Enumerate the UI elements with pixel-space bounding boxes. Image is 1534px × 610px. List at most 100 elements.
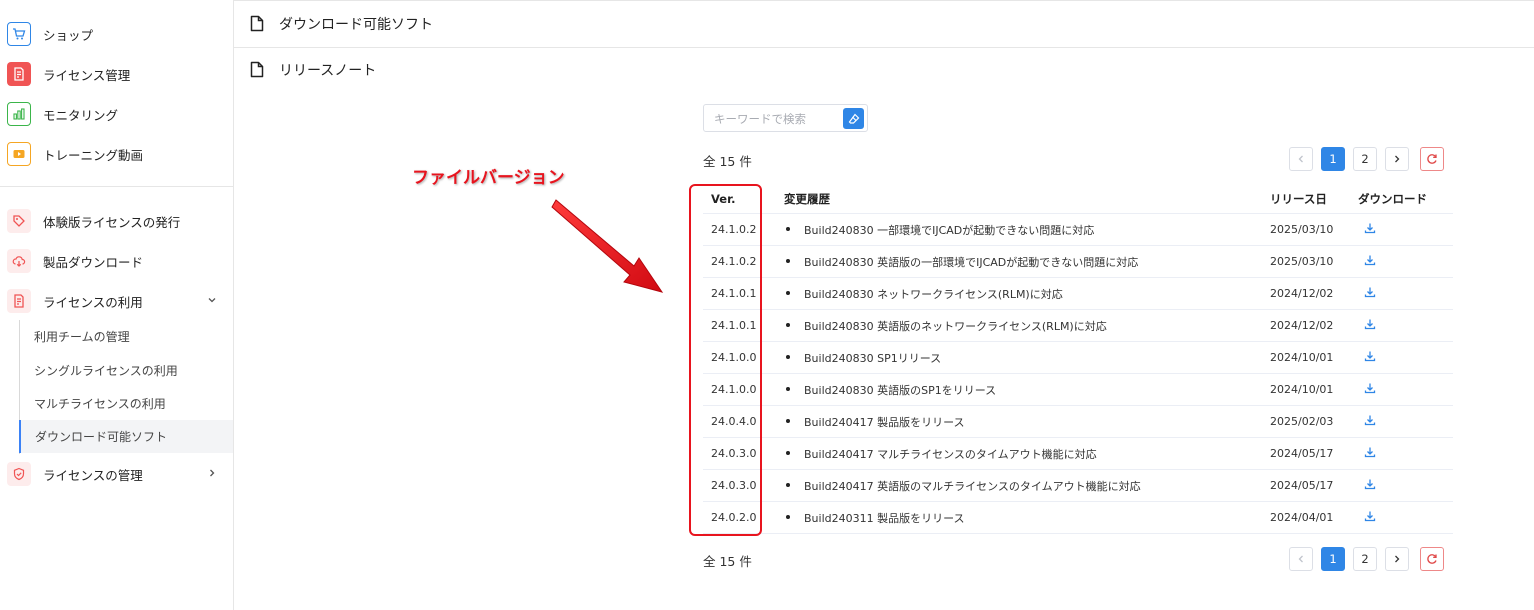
release-notes-table: Ver. 変更履歴 リリース日 ダウンロード 24.1.0.2 Build2408… bbox=[703, 185, 1453, 534]
version-cell: 24.0.4.0 bbox=[703, 405, 784, 438]
history-cell: Build240830 SP1リリース bbox=[784, 341, 1270, 374]
bullet-icon bbox=[786, 354, 790, 359]
sidebar: ショップ ライセンス管理 モニタリング トレーニング動画 体験版ライセンスの発行… bbox=[0, 0, 234, 610]
sidebar-item-label: モニタリング bbox=[43, 107, 119, 123]
sidebar-subitem-label: ダウンロード可能ソフト bbox=[35, 430, 168, 444]
chevron-left-icon bbox=[1298, 155, 1303, 163]
download-icon[interactable] bbox=[1364, 254, 1376, 269]
page-button-2[interactable]: 2 bbox=[1353, 147, 1377, 171]
history-text: Build240417 製品版をリリース bbox=[804, 415, 965, 429]
refresh-button[interactable] bbox=[1420, 547, 1444, 571]
search-input[interactable] bbox=[712, 109, 841, 129]
play-icon bbox=[7, 142, 31, 166]
next-page-button[interactable] bbox=[1385, 547, 1409, 571]
total-count-bottom: 全 15 件 bbox=[703, 554, 752, 569]
version-cell: 24.1.0.2 bbox=[703, 245, 784, 278]
history-cell: Build240417 マルチライセンスのタイムアウト機能に対応 bbox=[784, 437, 1270, 470]
download-icon[interactable] bbox=[1364, 414, 1376, 429]
release-date-cell: 2024/12/02 bbox=[1270, 277, 1358, 310]
sidebar-item-label: 製品ダウンロード bbox=[43, 254, 144, 270]
history-cell: Build240830 ネットワークライセンス(RLM)に対応 bbox=[784, 277, 1270, 310]
clear-search-button[interactable] bbox=[843, 108, 864, 129]
release-date-cell: 2025/03/10 bbox=[1270, 245, 1358, 278]
sidebar-item-product-download[interactable]: 製品ダウンロード bbox=[0, 241, 233, 281]
release-date-cell: 2024/10/01 bbox=[1270, 373, 1358, 406]
download-icon[interactable] bbox=[1364, 510, 1376, 525]
download-icon[interactable] bbox=[1364, 222, 1376, 237]
sidebar-subitem-team-management[interactable]: 利用チームの管理 bbox=[20, 320, 234, 353]
bar-chart-icon bbox=[7, 102, 31, 126]
chevron-right-icon bbox=[207, 467, 217, 481]
sidebar-item-license-management[interactable]: ライセンス管理 bbox=[0, 54, 233, 94]
bullet-icon bbox=[786, 258, 790, 263]
history-text: Build240311 製品版をリリース bbox=[804, 511, 965, 525]
refresh-icon bbox=[1427, 554, 1437, 564]
table-row: 24.1.0.1 Build240830 英語版のネットワークライセンス(RLM)… bbox=[703, 309, 1453, 342]
sidebar-item-shop[interactable]: ショップ bbox=[0, 14, 233, 54]
sidebar-subitem-label: 利用チームの管理 bbox=[34, 330, 130, 344]
cloud-download-icon bbox=[7, 249, 31, 273]
document-icon bbox=[250, 15, 264, 36]
history-cell: Build240417 製品版をリリース bbox=[784, 405, 1270, 438]
download-icon[interactable] bbox=[1364, 318, 1376, 333]
download-icon[interactable] bbox=[1364, 286, 1376, 301]
annotation-arrow-icon bbox=[551, 199, 664, 293]
sidebar-subitem-single-license[interactable]: シングルライセンスの利用 bbox=[20, 354, 234, 387]
download-icon[interactable] bbox=[1364, 478, 1376, 493]
sidebar-item-license-admin[interactable]: ライセンスの管理 bbox=[0, 454, 233, 494]
license-icon bbox=[7, 289, 31, 313]
bullet-icon bbox=[786, 450, 790, 455]
sidebar-subitem-label: シングルライセンスの利用 bbox=[34, 364, 178, 378]
history-text: Build240830 ネットワークライセンス(RLM)に対応 bbox=[804, 287, 1063, 301]
sidebar-subitem-multi-license[interactable]: マルチライセンスの利用 bbox=[20, 387, 234, 420]
version-cell: 24.0.3.0 bbox=[703, 437, 784, 470]
sidebar-item-training-video[interactable]: トレーニング動画 bbox=[0, 134, 233, 174]
annotation-label: ファイルバージョン bbox=[412, 168, 565, 188]
download-icon[interactable] bbox=[1364, 350, 1376, 365]
table-row: 24.1.0.0 Build240830 英語版のSP1をリリース 2024/10/… bbox=[703, 373, 1453, 406]
release-notes-row[interactable]: リリースノート bbox=[234, 47, 1534, 93]
downloadable-software-row[interactable]: ダウンロード可能ソフト bbox=[234, 0, 1534, 48]
sidebar-subitem-label: マルチライセンスの利用 bbox=[34, 397, 166, 411]
sidebar-divider bbox=[0, 186, 233, 187]
page-button-1[interactable]: 1 bbox=[1321, 147, 1345, 171]
chevron-left-icon bbox=[1298, 555, 1303, 563]
bullet-icon bbox=[786, 418, 790, 423]
version-cell: 24.1.0.2 bbox=[703, 213, 784, 246]
version-cell: 24.0.3.0 bbox=[703, 469, 784, 502]
prev-page-button[interactable] bbox=[1289, 147, 1313, 171]
download-cell bbox=[1358, 341, 1453, 374]
history-text: Build240830 英語版のネットワークライセンス(RLM)に対応 bbox=[804, 319, 1107, 333]
table-row: 24.1.0.2 Build240830 一部環境でIJCADが起動できない問題に… bbox=[703, 213, 1453, 246]
download-icon[interactable] bbox=[1364, 382, 1376, 397]
table-header-row: Ver. 変更履歴 リリース日 ダウンロード bbox=[703, 185, 1453, 214]
refresh-button[interactable] bbox=[1420, 147, 1444, 171]
shield-icon bbox=[7, 462, 31, 486]
prev-page-button[interactable] bbox=[1289, 547, 1313, 571]
download-cell bbox=[1358, 309, 1453, 342]
page-button-2[interactable]: 2 bbox=[1353, 547, 1377, 571]
version-cell: 24.1.0.1 bbox=[703, 277, 784, 310]
version-cell: 24.1.0.1 bbox=[703, 309, 784, 342]
sidebar-item-monitoring[interactable]: モニタリング bbox=[0, 94, 233, 134]
release-date-cell: 2024/05/17 bbox=[1270, 469, 1358, 502]
release-date-cell: 2024/05/17 bbox=[1270, 437, 1358, 470]
history-cell: Build240311 製品版をリリース bbox=[784, 501, 1270, 534]
history-text: Build240417 英語版のマルチライセンスのタイムアウト機能に対応 bbox=[804, 479, 1141, 493]
bullet-icon bbox=[786, 322, 790, 327]
download-icon[interactable] bbox=[1364, 446, 1376, 461]
history-text: Build240830 英語版の一部環境でIJCADが起動できない問題に対応 bbox=[804, 255, 1139, 269]
sidebar-item-license-usage[interactable]: ライセンスの利用 bbox=[0, 281, 233, 321]
version-cell: 24.1.0.0 bbox=[703, 373, 784, 406]
history-text: Build240830 一部環境でIJCADが起動できない問題に対応 bbox=[804, 223, 1095, 237]
download-cell bbox=[1358, 245, 1453, 278]
sidebar-item-label: ショップ bbox=[43, 27, 94, 43]
sidebar-item-trial-license[interactable]: 体験版ライセンスの発行 bbox=[0, 201, 233, 241]
table-row: 24.0.4.0 Build240417 製品版をリリース 2025/02/03 bbox=[703, 405, 1453, 438]
bullet-icon bbox=[786, 482, 790, 487]
download-cell bbox=[1358, 437, 1453, 470]
eraser-icon bbox=[848, 113, 859, 124]
sidebar-subitem-downloadable-software[interactable]: ダウンロード可能ソフト bbox=[19, 420, 233, 453]
page-button-1[interactable]: 1 bbox=[1321, 547, 1345, 571]
next-page-button[interactable] bbox=[1385, 147, 1409, 171]
